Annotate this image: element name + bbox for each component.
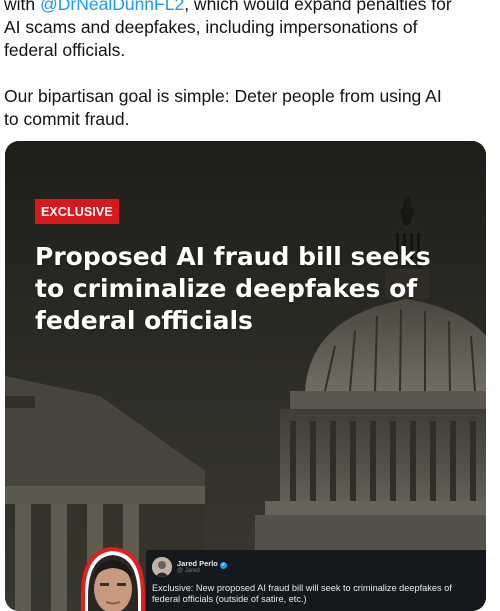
tweet-line: AI scams and deepfakes, including impers… (4, 17, 418, 37)
avatar-image (152, 557, 172, 577)
embedded-author-name-text: Jared Perlo (177, 559, 218, 568)
avatar (152, 557, 172, 577)
tweet-text-fragment: with (4, 0, 40, 14)
tweet-paragraph-2: Our bipartisan goal is simple: Deter peo… (4, 85, 442, 131)
headline-line: federal officials (35, 306, 253, 335)
article-card[interactable]: EXCLUSIVE Proposed AI fraud bill seeks t… (5, 141, 486, 611)
tweet-line: to commit fraud. (4, 109, 130, 129)
tweet-line: Our bipartisan goal is simple: Deter peo… (4, 86, 442, 106)
tweet-text-fragment: , which would expand penalties for (184, 0, 452, 14)
embedded-author-handle: @ Jared (177, 568, 200, 574)
verified-badge-icon: ✓ (219, 562, 227, 569)
article-headline: Proposed AI fraud bill seeks to criminal… (35, 241, 465, 337)
tweet-paragraph-1: with @DrNealDunnFL2, which would expand … (4, 0, 452, 62)
headline-line: Proposed AI fraud bill seeks (35, 242, 431, 271)
embedded-tweet-screenshot: Jared Perlo ✓ @ Jared Exclusive: New prop… (146, 550, 486, 611)
headline-line: to criminalize deepfakes of (35, 274, 418, 303)
mention-link[interactable]: @DrNealDunnFL2 (40, 0, 184, 14)
tweet-line: with @DrNealDunnFL2, which would expand … (4, 0, 452, 16)
exclusive-badge: EXCLUSIVE (35, 199, 119, 224)
embedded-tweet-line: Exclusive: New proposed AI fraud bill wi… (152, 583, 452, 593)
politician-photo (81, 547, 145, 611)
embedded-tweet-text: Exclusive: New proposed AI fraud bill wi… (152, 583, 486, 605)
tweet-line: federal officials. (4, 40, 126, 60)
